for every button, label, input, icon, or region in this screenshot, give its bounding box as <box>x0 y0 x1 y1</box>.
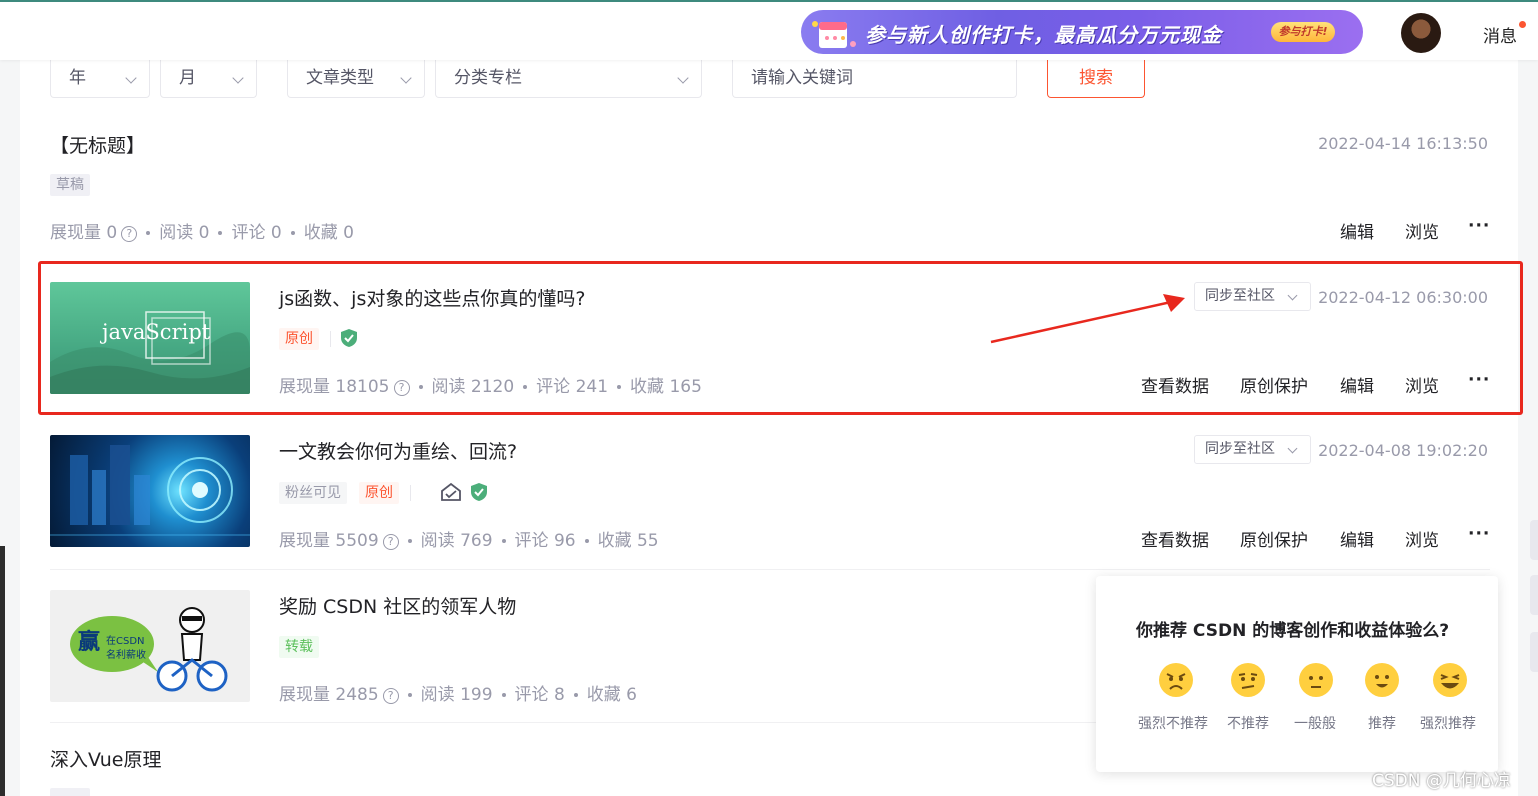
month-select-label: 月 <box>179 68 196 88</box>
top-navbar: 参与新人创作打卡，最高瓜分万元现金 参与打卡! 消息 <box>0 0 1538 60</box>
view-data-button[interactable]: 查看数据 <box>1141 526 1209 551</box>
option-neutral[interactable]: 一般般 <box>1294 713 1336 733</box>
chevron-down-icon <box>400 72 412 84</box>
category-label: 分类专栏 <box>454 68 522 88</box>
row-divider <box>50 569 1490 570</box>
article-title[interactable]: 奖励 CSDN 社区的领军人物 <box>279 592 516 619</box>
more-icon[interactable]: ··· <box>1468 216 1490 236</box>
view-button[interactable]: 浏览 <box>1405 526 1439 551</box>
category-select[interactable]: 分类专栏 <box>435 60 702 98</box>
avatar[interactable] <box>1401 13 1441 53</box>
repost-tag: 转载 <box>279 636 319 658</box>
view-button[interactable]: 浏览 <box>1405 218 1439 243</box>
year-select-label: 年 <box>69 68 86 88</box>
chevron-down-icon <box>125 72 137 84</box>
highlight-box <box>38 261 1523 415</box>
original-protect-button[interactable]: 原创保护 <box>1240 526 1308 551</box>
verified-shield-icon <box>471 483 487 501</box>
help-icon: ? <box>382 688 399 704</box>
column-icon <box>441 482 461 501</box>
chevron-down-icon <box>677 72 689 84</box>
article-title[interactable]: 一文教会你何为重绘、回流? <box>279 437 517 464</box>
edit-button[interactable]: 编辑 <box>1340 218 1374 243</box>
draft-tag: 草稿 <box>50 174 90 196</box>
side-float-button[interactable] <box>1530 520 1538 560</box>
sync-label: 同步至社区 <box>1205 441 1275 457</box>
edit-button[interactable]: 编辑 <box>1340 526 1374 551</box>
option-strongly-recommend[interactable]: 强烈推荐 <box>1420 713 1476 733</box>
keyword-placeholder: 请输入关键词 <box>751 68 853 88</box>
more-icon[interactable]: ··· <box>1468 524 1490 544</box>
article-stats: 展现量 2485? 阅读 199 评论 8 收藏 6 <box>279 685 637 705</box>
smile-face-icon[interactable] <box>1364 662 1400 698</box>
survey-question: 你推荐 CSDN 的博客创作和收益体验么? <box>1136 621 1450 641</box>
keyword-input[interactable]: 请输入关键词 <box>732 60 1017 98</box>
thumbnail-text: 在CSDN <box>106 636 145 647</box>
article-date: 2022-04-14 16:13:50 <box>1318 134 1488 153</box>
unhappy-face-icon[interactable] <box>1230 662 1266 698</box>
side-float-button[interactable] <box>1530 632 1538 672</box>
article-type-select[interactable]: 文章类型 <box>287 60 425 98</box>
help-icon: ? <box>382 534 399 550</box>
chevron-down-icon <box>1287 443 1298 454</box>
month-select[interactable]: 月 <box>160 60 257 98</box>
left-edge-strip <box>0 546 5 796</box>
article-date: 2022-04-08 19:02:20 <box>1318 441 1488 460</box>
angry-face-icon[interactable] <box>1158 662 1194 698</box>
tech-city-graphic <box>50 445 250 536</box>
article-title[interactable]: 深入Vue原理 <box>50 745 161 772</box>
tag-placeholder <box>50 788 90 796</box>
calendar-gift-icon <box>812 21 856 48</box>
laughing-face-icon[interactable] <box>1432 662 1468 698</box>
messages-link[interactable]: 消息 <box>1483 22 1517 47</box>
neutral-face-icon[interactable] <box>1298 662 1334 698</box>
unread-dot <box>1519 21 1526 28</box>
article-stats: 展现量 0? 阅读 0 评论 0 收藏 0 <box>50 223 354 243</box>
article-stats: 展现量 5509? 阅读 769 评论 96 收藏 55 <box>279 531 659 551</box>
option-not-recommend[interactable]: 不推荐 <box>1227 713 1269 733</box>
option-recommend[interactable]: 推荐 <box>1368 713 1396 733</box>
side-float-button[interactable] <box>1530 575 1538 615</box>
survey-popup: 你推荐 CSDN 的博客创作和收益体验么? 强烈不推荐 不推荐 一般般 推荐 强… <box>1096 576 1498 772</box>
tag-divider <box>410 485 411 501</box>
banner-join-button[interactable]: 参与打卡! <box>1271 22 1335 42</box>
article-thumbnail[interactable]: 赢 在CSDN 名利薪收 <box>50 590 250 702</box>
article-type-label: 文章类型 <box>306 68 374 88</box>
search-button[interactable]: 搜索 <box>1047 60 1145 98</box>
original-tag: 原创 <box>359 482 399 504</box>
chevron-down-icon <box>232 72 244 84</box>
sync-community-select[interactable]: 同步至社区 <box>1194 435 1311 464</box>
article-title[interactable]: 【无标题】 <box>50 131 145 158</box>
help-icon: ? <box>121 226 138 242</box>
banner-text: 参与新人创作打卡，最高瓜分万元现金 <box>865 23 1222 47</box>
arrow-annotation <box>990 294 1185 344</box>
year-select[interactable]: 年 <box>50 60 150 98</box>
option-strongly-not-recommend[interactable]: 强烈不推荐 <box>1138 713 1208 733</box>
article-thumbnail[interactable] <box>50 435 250 547</box>
watermark: CSDN @几何心凉 <box>1372 771 1511 791</box>
promo-banner[interactable]: 参与新人创作打卡，最高瓜分万元现金 参与打卡! <box>801 10 1363 54</box>
fans-only-tag: 粉丝可见 <box>279 482 347 504</box>
thumbnail-text: 赢 <box>78 630 101 655</box>
thumbnail-text: 名利薪收 <box>106 650 146 661</box>
